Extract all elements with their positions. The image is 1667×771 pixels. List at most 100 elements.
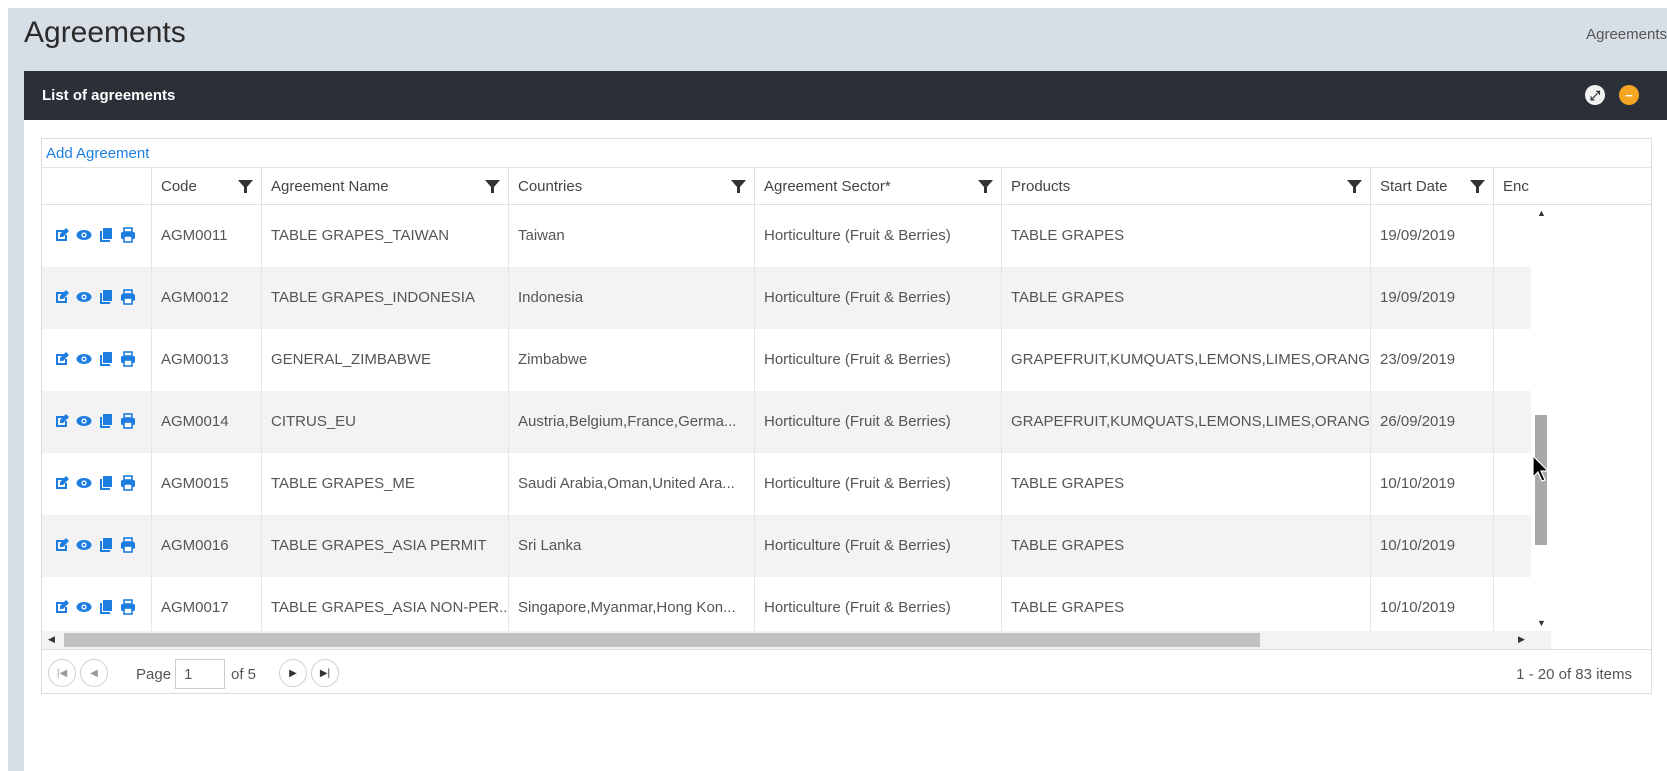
print-icon[interactable] bbox=[120, 289, 136, 329]
edit-icon[interactable] bbox=[54, 599, 70, 631]
cell-agreement-name: GENERAL_ZIMBABWE bbox=[262, 329, 509, 391]
view-icon[interactable] bbox=[76, 289, 92, 329]
cell-start-date: 19/09/2019 bbox=[1371, 205, 1494, 267]
next-page-icon[interactable]: ▶ bbox=[279, 659, 307, 687]
cell-agreement-sector: Horticulture (Fruit & Berries) bbox=[755, 577, 1002, 631]
table-row[interactable]: AGM0016 TABLE GRAPES_ASIA PERMIT Sri Lanka… bbox=[42, 515, 1531, 577]
page-title: Agreements bbox=[24, 16, 186, 49]
copy-icon[interactable] bbox=[98, 351, 114, 391]
view-icon[interactable] bbox=[76, 537, 92, 577]
table-row[interactable]: AGM0015 TABLE GRAPES_ME Saudi Arabia,Oman,… bbox=[42, 453, 1531, 515]
cell-agreement-name: TABLE GRAPES_ASIA NON-PER... bbox=[262, 577, 509, 631]
content-area: Agreements Agreements List of agreements… bbox=[8, 8, 1667, 771]
print-icon[interactable] bbox=[120, 599, 136, 631]
row-actions bbox=[42, 577, 152, 631]
cell-end-date bbox=[1494, 577, 1531, 631]
table-row[interactable]: AGM0014 CITRUS_EU Austria,Belgium,France,G… bbox=[42, 391, 1531, 453]
copy-icon[interactable] bbox=[98, 289, 114, 329]
first-page-icon[interactable]: |◀ bbox=[48, 659, 76, 687]
table-row[interactable]: AGM0013 GENERAL_ZIMBABWE Zimbabwe Horticult… bbox=[42, 329, 1531, 391]
prev-page-icon[interactable]: ◀ bbox=[80, 659, 108, 687]
view-icon[interactable] bbox=[76, 599, 92, 631]
edit-icon[interactable] bbox=[54, 289, 70, 329]
cell-agreement-sector: Horticulture (Fruit & Berries) bbox=[755, 205, 1002, 267]
view-icon[interactable] bbox=[76, 413, 92, 453]
cell-code: AGM0015 bbox=[152, 453, 262, 515]
view-icon[interactable] bbox=[76, 475, 92, 515]
last-page-icon[interactable]: ▶| bbox=[311, 659, 339, 687]
header-products[interactable]: Products bbox=[1002, 168, 1371, 205]
copy-icon[interactable] bbox=[98, 227, 114, 267]
edit-icon[interactable] bbox=[54, 413, 70, 453]
cell-start-date: 10/10/2019 bbox=[1371, 515, 1494, 577]
edit-icon[interactable] bbox=[54, 351, 70, 391]
print-icon[interactable] bbox=[120, 475, 136, 515]
expand-icon[interactable]: ⤢ bbox=[1585, 85, 1605, 105]
edit-icon[interactable] bbox=[54, 537, 70, 577]
breadcrumb[interactable]: Agreements bbox=[1586, 26, 1667, 43]
cell-end-date bbox=[1494, 515, 1531, 577]
cell-start-date: 10/10/2019 bbox=[1371, 453, 1494, 515]
filter-icon[interactable] bbox=[1470, 179, 1485, 194]
cell-agreement-name: TABLE GRAPES_ASIA PERMIT bbox=[262, 515, 509, 577]
page-of-label: of 5 bbox=[231, 666, 257, 683]
table-row[interactable]: AGM0011 TABLE GRAPES_TAIWAN Taiwan Horticul… bbox=[42, 205, 1531, 267]
scroll-up-icon[interactable]: ▲ bbox=[1537, 208, 1546, 218]
header-code[interactable]: Code bbox=[152, 168, 262, 205]
cell-end-date bbox=[1494, 453, 1531, 515]
cell-products: TABLE GRAPES bbox=[1002, 453, 1371, 515]
agreements-panel: List of agreements ⤢ − Add Agreement Cod… bbox=[24, 71, 1667, 771]
grid-header-row: Code Agreement Name Countries Agreement … bbox=[42, 168, 1651, 205]
mouse-cursor-icon bbox=[1532, 455, 1550, 482]
table-row[interactable]: AGM0012 TABLE GRAPES_INDONESIA Indonesia Ho… bbox=[42, 267, 1531, 329]
header-end-date[interactable]: Enc bbox=[1494, 168, 1554, 205]
copy-icon[interactable] bbox=[98, 475, 114, 515]
header-countries[interactable]: Countries bbox=[509, 168, 755, 205]
view-icon[interactable] bbox=[76, 227, 92, 267]
filter-icon[interactable] bbox=[978, 179, 993, 194]
panel-tools: ⤢ − bbox=[1585, 85, 1639, 105]
header-agreement-name[interactable]: Agreement Name bbox=[262, 168, 509, 205]
copy-icon[interactable] bbox=[98, 537, 114, 577]
cell-agreement-sector: Horticulture (Fruit & Berries) bbox=[755, 515, 1002, 577]
cell-countries: Taiwan bbox=[509, 205, 755, 267]
scroll-right-icon[interactable]: ▶ bbox=[1518, 634, 1525, 645]
edit-icon[interactable] bbox=[54, 475, 70, 515]
scroll-down-icon[interactable]: ▼ bbox=[1537, 618, 1546, 628]
filter-icon[interactable] bbox=[1347, 179, 1362, 194]
copy-icon[interactable] bbox=[98, 413, 114, 453]
horizontal-scroll-thumb[interactable] bbox=[64, 633, 1260, 647]
print-icon[interactable] bbox=[120, 227, 136, 267]
scroll-left-icon[interactable]: ◀ bbox=[48, 634, 55, 645]
view-icon[interactable] bbox=[76, 351, 92, 391]
copy-icon[interactable] bbox=[98, 599, 114, 631]
header-start-date[interactable]: Start Date bbox=[1371, 168, 1494, 205]
add-agreement-link[interactable]: Add Agreement bbox=[46, 145, 149, 162]
vertical-scrollbar[interactable]: ▲ ▼ bbox=[1531, 205, 1551, 631]
cell-end-date bbox=[1494, 205, 1531, 267]
cell-code: AGM0017 bbox=[152, 577, 262, 631]
filter-icon[interactable] bbox=[238, 179, 253, 194]
collapse-icon[interactable]: − bbox=[1619, 85, 1639, 105]
cell-end-date bbox=[1494, 329, 1531, 391]
filter-icon[interactable] bbox=[731, 179, 746, 194]
cell-products: GRAPEFRUIT,KUMQUATS,LEMONS,LIMES,ORANG..… bbox=[1002, 391, 1371, 453]
row-actions bbox=[42, 391, 152, 453]
row-actions bbox=[42, 205, 152, 267]
row-actions bbox=[42, 267, 152, 329]
cell-start-date: 26/09/2019 bbox=[1371, 391, 1494, 453]
cell-countries: Singapore,Myanmar,Hong Kon... bbox=[509, 577, 755, 631]
cell-agreement-name: TABLE GRAPES_TAIWAN bbox=[262, 205, 509, 267]
print-icon[interactable] bbox=[120, 537, 136, 577]
table-row[interactable]: AGM0017 TABLE GRAPES_ASIA NON-PER... Singa… bbox=[42, 577, 1531, 631]
page-input[interactable]: 1 bbox=[175, 659, 225, 689]
print-icon[interactable] bbox=[120, 351, 136, 391]
header-agreement-sector[interactable]: Agreement Sector* bbox=[755, 168, 1002, 205]
grid-toolbar: Add Agreement bbox=[42, 139, 1651, 168]
filter-icon[interactable] bbox=[485, 179, 500, 194]
horizontal-scrollbar[interactable]: ◀ ▶ bbox=[42, 631, 1551, 649]
edit-icon[interactable] bbox=[54, 227, 70, 267]
cell-code: AGM0014 bbox=[152, 391, 262, 453]
cell-products: TABLE GRAPES bbox=[1002, 267, 1371, 329]
print-icon[interactable] bbox=[120, 413, 136, 453]
